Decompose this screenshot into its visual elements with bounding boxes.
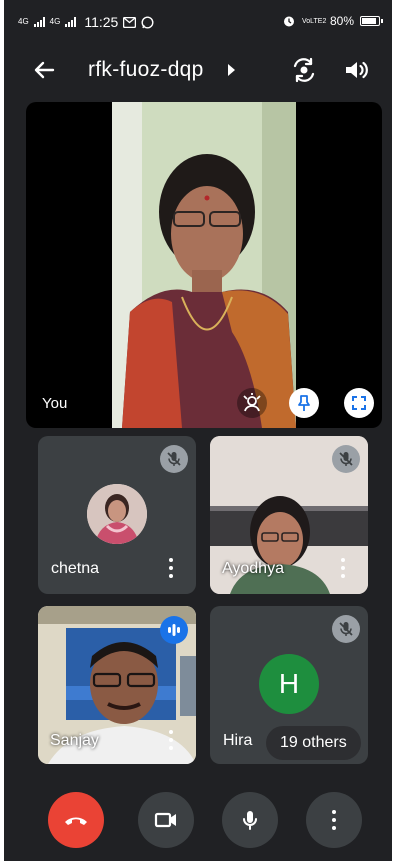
speaker-icon[interactable] (342, 56, 370, 84)
back-arrow-icon[interactable] (30, 56, 58, 84)
others-count-pill[interactable]: 19 others (266, 726, 361, 760)
call-controls (4, 792, 392, 848)
avatar-hira: H (259, 654, 319, 714)
mic-off-icon (160, 445, 188, 473)
more-options-button[interactable] (306, 792, 362, 848)
audio-level-icon (168, 624, 180, 636)
self-tile-label: You (42, 395, 68, 412)
self-video-feed (112, 102, 296, 428)
clock: 11:25 (84, 14, 119, 30)
participant-name-ayodhya: Ayodhya (222, 560, 284, 577)
participant-tile-chetna[interactable]: chetna (38, 436, 196, 594)
video-camera-icon (154, 812, 176, 828)
participant-tile-sanjay[interactable]: Sanjay (38, 606, 196, 764)
end-call-icon (65, 817, 87, 825)
mic-off-icon (332, 445, 360, 473)
others-count-label: 19 others (280, 734, 347, 751)
participant-name-sanjay: Sanjay (50, 732, 99, 749)
signal-icon (33, 17, 45, 27)
chevron-right-icon[interactable] (228, 64, 235, 76)
more-options-icon[interactable] (168, 730, 174, 750)
whatsapp-icon (141, 15, 154, 29)
avatar-chetna (87, 484, 147, 544)
status-bar: 4G 4G 11:25 VoLTE2 80% (4, 0, 392, 44)
participant-name-chetna: chetna (51, 560, 100, 577)
more-options-icon[interactable] (168, 558, 174, 578)
top-app-bar: rfk-fuoz-dqp (4, 48, 392, 92)
microphone-icon (243, 811, 257, 830)
voice-effects-button[interactable] (237, 388, 267, 418)
alarm-icon (283, 16, 294, 27)
participant-tile-ayodhya[interactable]: Ayodhya (210, 436, 368, 594)
self-video-image (112, 102, 296, 428)
switch-camera-icon[interactable] (290, 56, 318, 84)
mic-off-icon (332, 615, 360, 643)
voice-effects-icon (243, 393, 261, 412)
meeting-code[interactable]: rfk-fuoz-dqp (88, 58, 204, 82)
battery-icon (360, 16, 383, 26)
network-type-1: 4G (18, 17, 29, 26)
more-options-icon[interactable] (340, 558, 346, 578)
pin-icon (298, 395, 310, 411)
meet-screen: 4G 4G 11:25 VoLTE2 80% rfk-fuoz-dqp You … (4, 0, 392, 861)
self-video-tile[interactable]: You (26, 102, 382, 428)
network-type-2: 4G (49, 17, 61, 26)
microphone-toggle-button[interactable] (222, 792, 278, 848)
avatar-initial: H (278, 668, 300, 699)
more-options-icon (331, 810, 337, 830)
end-call-button[interactable] (48, 792, 104, 848)
battery-percent: 80% (329, 14, 354, 28)
message-icon (123, 16, 137, 28)
fullscreen-icon (352, 396, 366, 410)
participant-name-hira: Hira (223, 732, 253, 749)
volte-indicator: VoLTE2 (301, 17, 327, 25)
pin-button[interactable] (289, 388, 319, 418)
speaking-indicator (160, 616, 188, 644)
camera-toggle-button[interactable] (138, 792, 194, 848)
fullscreen-button[interactable] (344, 388, 374, 418)
signal-icon-2 (65, 17, 77, 27)
